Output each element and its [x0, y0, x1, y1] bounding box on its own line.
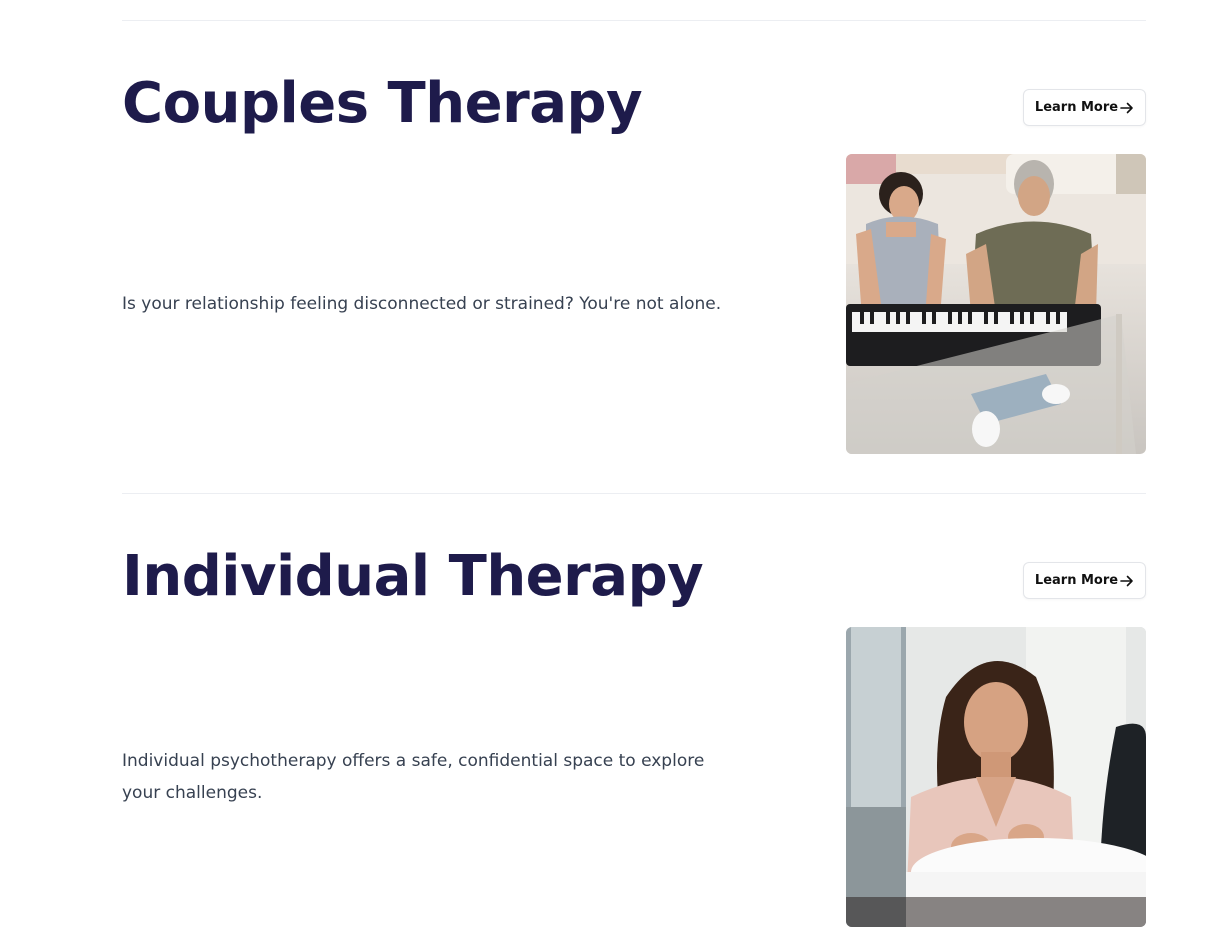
services-page: Couples Therapy Learn More Is your relat…	[0, 0, 1221, 934]
woman-talking-at-table-photo	[846, 627, 1146, 927]
service-title: Individual Therapy	[122, 544, 704, 609]
arrow-right-icon	[1120, 574, 1134, 588]
arrow-right-icon	[1120, 101, 1134, 115]
learn-more-label: Learn More	[1034, 100, 1119, 115]
service-individual-therapy: Individual Therapy Learn More Individual…	[122, 473, 1146, 934]
couple-playing-piano-photo	[846, 154, 1146, 454]
service-description: Is your relationship feeling disconnecte…	[122, 294, 722, 314]
service-couples-therapy: Couples Therapy Learn More Is your relat…	[122, 0, 1146, 490]
learn-more-label: Learn More	[1034, 573, 1119, 588]
service-description: Individual psychotherapy offers a safe, …	[122, 751, 705, 803]
service-title: Couples Therapy	[122, 71, 643, 136]
learn-more-button[interactable]: Learn More	[1023, 89, 1146, 126]
learn-more-button[interactable]: Learn More	[1023, 562, 1146, 599]
